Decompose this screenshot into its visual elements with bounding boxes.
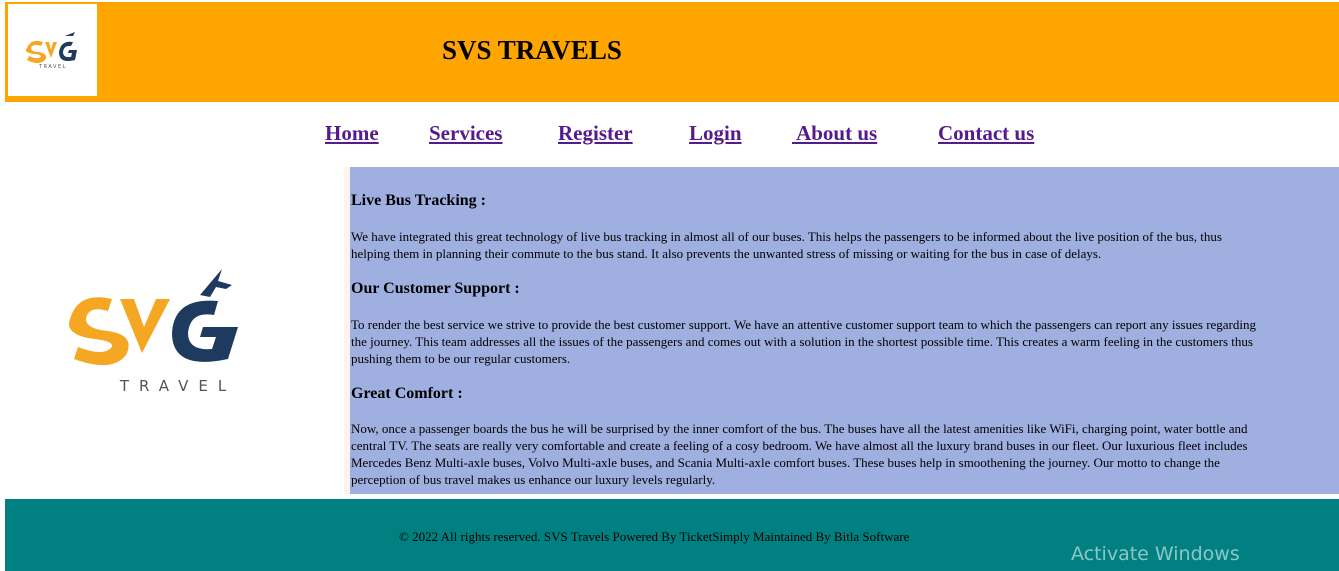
main-nav: Home Services Register Login About us Co… [0,103,1339,167]
support-heading: Our Customer Support : [351,280,520,297]
main-logo-panel: TRAVEL [6,167,350,494]
nav-about-link[interactable]: About us [792,121,877,146]
nav-contact-link[interactable]: Contact us [938,121,1034,146]
svs-logo-small-icon: TRAVEL [25,32,77,70]
comfort-heading: Great Comfort : [351,385,463,402]
site-title: SVS TRAVELS [442,35,622,65]
svs-logo-large-icon: TRAVEL [69,268,238,395]
tracking-line-1: We have integrated this great technology… [351,229,1222,244]
comfort-line-3: Mercedes Benz Multi-axle buses, Volvo Mu… [351,455,1220,470]
nav-services-link[interactable]: Services [429,121,502,146]
support-line-3: pushing them to be our regular customers… [351,351,571,366]
activate-windows-watermark: Activate Windows [1071,543,1240,565]
tracking-line-2: helping them in planning their commute t… [351,246,1102,261]
comfort-line-1: Now, once a passenger boards the bus he … [351,421,1248,436]
site-header: TRAVEL SVS TRAVELS [5,2,1339,102]
nav-register-link[interactable]: Register [558,121,633,146]
tracking-heading: Live Bus Tracking : [351,192,486,209]
copyright-text: © 2022 All rights reserved. SVS Travels … [399,529,910,544]
comfort-line-2: central TV. The seats are really very co… [351,438,1248,453]
header-logo[interactable]: TRAVEL [8,4,97,96]
support-line-2: the journey. This team addresses all the… [351,334,1253,349]
support-line-1: To render the best service we strive to … [351,317,1256,332]
nav-home-link[interactable]: Home [325,121,379,146]
svg-text:TRAVEL: TRAVEL [38,64,67,70]
info-panel: Live Bus Tracking : We have integrated t… [350,167,1339,494]
svg-text:TRAVEL: TRAVEL [119,377,236,395]
comfort-line-4: perception of bus travel makes us enhanc… [351,472,716,487]
nav-login-link[interactable]: Login [689,121,742,146]
